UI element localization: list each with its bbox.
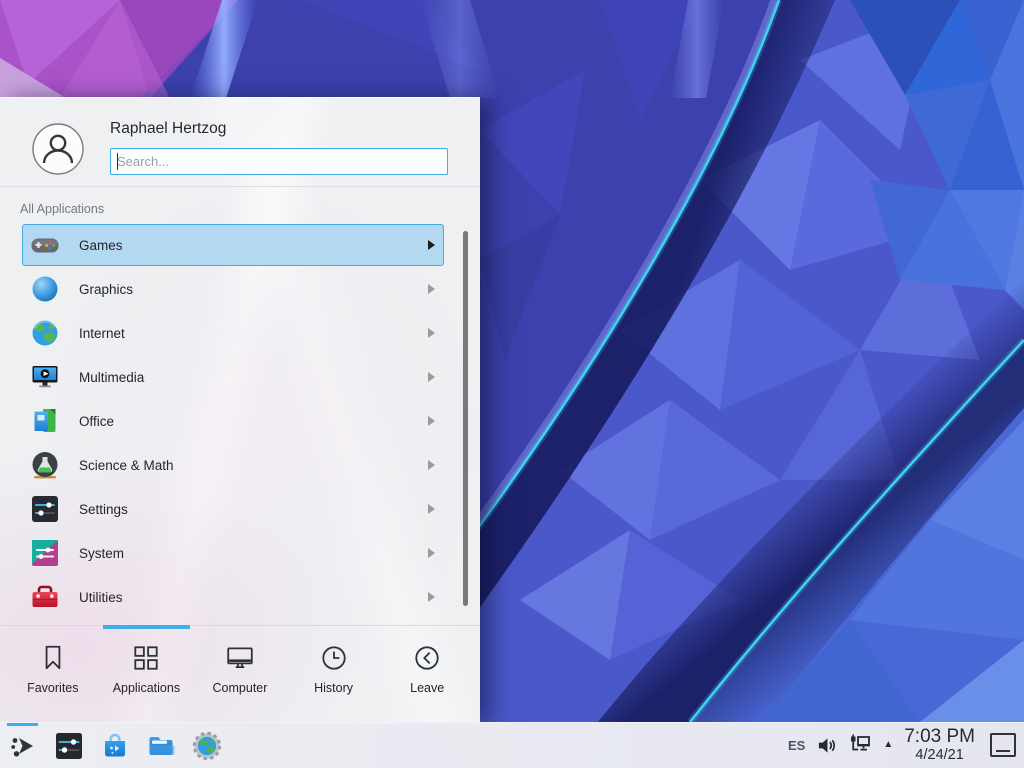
- tab-label: Favorites: [27, 681, 78, 695]
- network-icon[interactable]: [848, 733, 872, 757]
- category-label: Internet: [79, 326, 428, 341]
- settings-icon: [29, 493, 61, 525]
- web-browser-icon: [191, 730, 223, 762]
- tab-applications[interactable]: Applications: [100, 626, 194, 722]
- clock-date: 4/24/21: [904, 748, 975, 764]
- category-label: System: [79, 546, 428, 561]
- text-cursor: [117, 153, 118, 170]
- chevron-right-icon: [428, 504, 435, 514]
- category-system[interactable]: System: [22, 532, 444, 574]
- category-list: Games Graphics: [0, 221, 480, 626]
- chevron-right-icon: [428, 592, 435, 602]
- category-science-math[interactable]: Science & Math: [22, 444, 444, 486]
- science-icon: [29, 449, 61, 481]
- category-internet[interactable]: Internet: [22, 312, 444, 354]
- internet-icon: [29, 317, 61, 349]
- dolphin-file-manager-button[interactable]: [138, 723, 184, 768]
- tab-label: History: [314, 681, 353, 695]
- category-label: Multimedia: [79, 370, 428, 385]
- chevron-right-icon: [428, 284, 435, 294]
- applications-icon: [131, 643, 161, 673]
- multimedia-icon: [29, 361, 61, 393]
- office-icon: [29, 405, 61, 437]
- chevron-right-icon: [428, 372, 435, 382]
- discover-button[interactable]: [92, 723, 138, 768]
- kickoff-launcher-icon: [7, 730, 39, 762]
- tab-label: Leave: [410, 681, 444, 695]
- tab-favorites[interactable]: Favorites: [6, 626, 100, 722]
- discover-icon: [99, 730, 131, 762]
- category-utilities[interactable]: Utilities: [22, 576, 444, 618]
- scrollbar-thumb[interactable]: [463, 231, 468, 606]
- kickoff-launcher-button[interactable]: [0, 723, 46, 768]
- category-label: Graphics: [79, 282, 428, 297]
- launcher-footer-tabs: Favorites Applications Computer: [0, 625, 480, 722]
- category-multimedia[interactable]: Multimedia: [22, 356, 444, 398]
- category-graphics[interactable]: Graphics: [22, 268, 444, 310]
- category-settings[interactable]: Settings: [22, 488, 444, 530]
- chevron-right-icon: [428, 548, 435, 558]
- taskbar-panel: ES ▲ 7:03 PM 4/: [0, 722, 1024, 768]
- category-label: Office: [79, 414, 428, 429]
- category-office[interactable]: Office: [22, 400, 444, 442]
- system-settings-button[interactable]: [46, 723, 92, 768]
- keyboard-layout-indicator[interactable]: ES: [788, 738, 805, 753]
- games-icon: [29, 229, 61, 261]
- chevron-right-icon: [428, 416, 435, 426]
- application-launcher-menu: Raphael Hertzog All Applications Games: [0, 97, 480, 722]
- expand-tray-icon[interactable]: ▲: [883, 740, 893, 750]
- chevron-right-icon: [428, 460, 435, 470]
- section-label: All Applications: [20, 202, 104, 216]
- chevron-right-icon: [428, 328, 435, 338]
- category-label: Science & Math: [79, 458, 428, 473]
- category-label: Utilities: [79, 590, 428, 605]
- tab-leave[interactable]: Leave: [380, 626, 474, 722]
- dolphin-file-manager-icon: [145, 730, 177, 762]
- user-avatar-icon: [32, 123, 84, 175]
- active-tab-indicator: [103, 625, 190, 629]
- tab-label: Applications: [113, 681, 180, 695]
- show-desktop-button[interactable]: [990, 733, 1016, 757]
- category-games[interactable]: Games: [22, 224, 444, 266]
- tab-computer[interactable]: Computer: [193, 626, 287, 722]
- graphics-icon: [29, 273, 61, 305]
- clock-time: 7:03 PM: [904, 727, 975, 748]
- system-icon: [29, 537, 61, 569]
- history-icon: [319, 643, 349, 673]
- tab-label: Computer: [213, 681, 268, 695]
- system-settings-icon: [53, 730, 85, 762]
- utilities-icon: [29, 581, 61, 613]
- search-input[interactable]: [110, 148, 448, 175]
- category-label: Games: [79, 238, 428, 253]
- category-label: Settings: [79, 502, 428, 517]
- user-name: Raphael Hertzog: [110, 120, 226, 138]
- launcher-header: Raphael Hertzog: [0, 98, 480, 187]
- tab-history[interactable]: History: [287, 626, 381, 722]
- desktop: Raphael Hertzog All Applications Games: [0, 0, 1024, 768]
- computer-icon: [225, 643, 255, 673]
- leave-icon: [412, 643, 442, 673]
- digital-clock[interactable]: 7:03 PM 4/24/21: [904, 727, 975, 763]
- web-browser-button[interactable]: [184, 723, 230, 768]
- system-tray: ES ▲ 7:03 PM 4/: [788, 727, 1024, 763]
- volume-icon[interactable]: [816, 735, 837, 756]
- favorites-icon: [38, 643, 68, 673]
- chevron-right-icon: [428, 240, 435, 250]
